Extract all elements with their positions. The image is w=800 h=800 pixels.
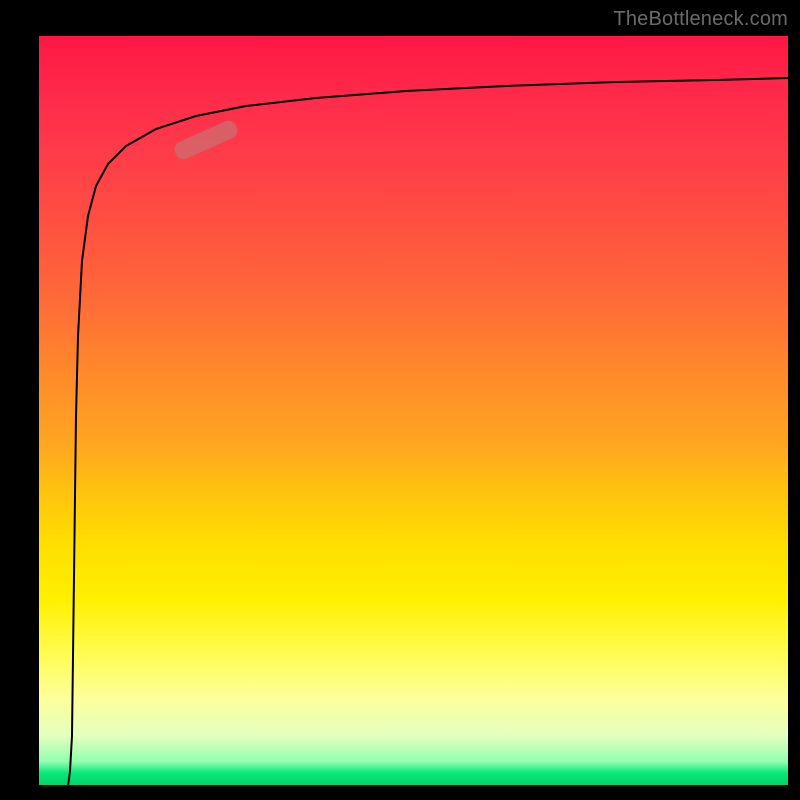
plot-area	[36, 36, 788, 788]
watermark-text: TheBottleneck.com	[613, 8, 788, 31]
chart-container: TheBottleneck.com	[0, 0, 800, 800]
